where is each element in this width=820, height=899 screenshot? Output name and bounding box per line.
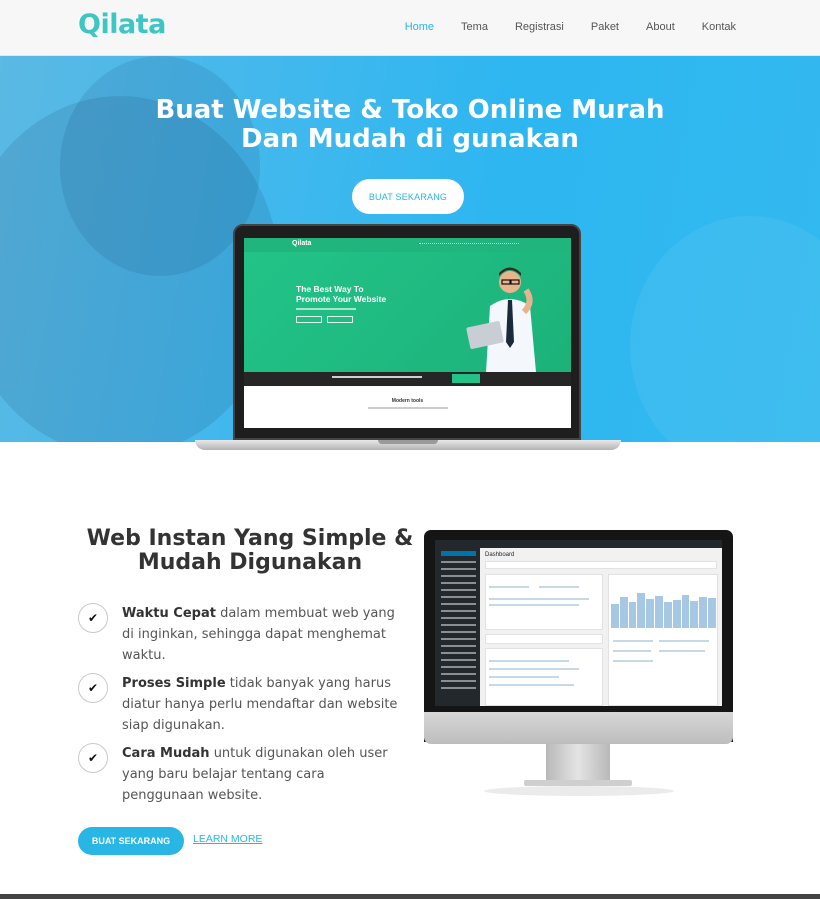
feature-title: Proses Simple: [122, 676, 226, 691]
feature-text: Cara Mudah untuk digunakan oleh user yan…: [122, 743, 402, 806]
check-icon: ✔: [78, 743, 108, 773]
features-list: ✔ Waktu Cepat dalam membuat web yang di …: [78, 603, 408, 813]
nav-item-home[interactable]: Home: [405, 21, 434, 33]
dashboard-text-line: [539, 586, 579, 588]
feature-item: ✔ Waktu Cepat dalam membuat web yang di …: [78, 603, 408, 673]
dashboard-stats-chart: [611, 584, 716, 628]
dashboard-admin-bar: [435, 540, 722, 548]
dashboard-text-line: [613, 640, 653, 642]
features-title-line: Web Instan Yang Simple &: [86, 526, 414, 551]
dashboard-screen: Dashboard: [435, 540, 722, 706]
feature-title: Cara Mudah: [122, 746, 210, 761]
dashboard-text-line: [613, 650, 651, 652]
dashboard-text-line: [489, 586, 529, 588]
monitor-chin: [424, 712, 733, 744]
check-icon: ✔: [78, 673, 108, 703]
mockup-navbar: Qilata: [244, 238, 571, 252]
dashboard-notice: [485, 561, 717, 569]
dashboard-heading: Dashboard: [485, 552, 515, 558]
dashboard-text-line: [659, 640, 709, 642]
bottom-divider: [0, 894, 820, 899]
feature-item: ✔ Cara Mudah untuk digunakan oleh user y…: [78, 743, 408, 813]
nav-item-registrasi[interactable]: Registrasi: [515, 21, 564, 33]
monitor-shadow: [484, 786, 674, 796]
dashboard-text-line: [489, 598, 589, 600]
dashboard-text-line: [489, 684, 574, 686]
mockup-subtext: [296, 308, 356, 310]
mockup-nav-links: [419, 243, 519, 245]
site-logo[interactable]: Qilata: [78, 9, 166, 40]
features-title-line: Mudah Digunakan: [137, 550, 363, 575]
mockup-headline: The Best Way To Promote Your Website: [296, 284, 386, 304]
monitor-frame: Dashboard: [424, 530, 733, 742]
nav-item-paket[interactable]: Paket: [591, 21, 619, 33]
businessman-illustration: [466, 267, 536, 372]
hero-background-shape: [630, 216, 820, 442]
dashboard-text-line: [659, 650, 705, 652]
mockup-signup-text: [332, 376, 422, 378]
dashboard-text-line: [489, 668, 579, 670]
buat-sekarang-button[interactable]: BUAT SEKARANG: [78, 827, 184, 855]
mockup-signup-button: [452, 374, 480, 383]
mockup-button: [296, 316, 322, 323]
laptop-mockup: Qilata The Best Way To Promote Your Webs…: [195, 224, 621, 454]
mockup-headline-line: The Best Way To: [296, 284, 364, 294]
feature-title: Waktu Cepat: [122, 606, 216, 621]
mockup-hero: The Best Way To Promote Your Website: [244, 252, 571, 372]
mockup-logo: Qilata: [292, 240, 312, 247]
dashboard-text-line: [489, 604, 579, 606]
laptop-screen: Qilata The Best Way To Promote Your Webs…: [244, 238, 571, 428]
mockup-section-subtitle: [367, 407, 448, 409]
navbar: Qilata Home Tema Registrasi Paket About …: [0, 0, 820, 56]
hero-title-line: Buat Website & Toko Online Murah: [155, 95, 665, 125]
feature-item: ✔ Proses Simple tidak banyak yang harus …: [78, 673, 408, 743]
nav-item-tema[interactable]: Tema: [461, 21, 488, 33]
feature-text: Proses Simple tidak banyak yang harus di…: [122, 673, 402, 736]
dashboard-text-line: [489, 660, 569, 662]
main-nav: Home Tema Registrasi Paket About Kontak: [378, 21, 736, 33]
hero-title: Buat Website & Toko Online Murah Dan Mud…: [0, 96, 820, 154]
laptop-notch: [378, 440, 438, 444]
dashboard-panel: [485, 634, 603, 644]
nav-item-about[interactable]: About: [646, 21, 675, 33]
mockup-button: [327, 316, 353, 323]
monitor-stand: [546, 744, 610, 782]
dashboard-panel: [485, 574, 603, 630]
hero-cta-button[interactable]: BUAT SEKARANG: [352, 179, 464, 214]
hero-title-line: Dan Mudah di gunakan: [241, 124, 579, 154]
monitor-mockup: Dashboard: [424, 530, 733, 798]
dashboard-sidebar: [435, 548, 480, 706]
laptop-lid: Qilata The Best Way To Promote Your Webs…: [233, 224, 581, 440]
dashboard-text-line: [489, 676, 559, 678]
mockup-section: Modern tools: [244, 386, 571, 409]
mockup-section-title: Modern tools: [391, 398, 424, 404]
features-title: Web Instan Yang Simple & Mudah Digunakan: [40, 527, 460, 575]
learn-more-link[interactable]: LEARN MORE: [193, 833, 262, 845]
feature-text: Waktu Cepat dalam membuat web yang di in…: [122, 603, 402, 666]
nav-item-kontak[interactable]: Kontak: [702, 21, 736, 33]
check-icon: ✔: [78, 603, 108, 633]
mockup-headline-line: Promote Your Website: [296, 294, 387, 304]
mockup-signup-bar: [244, 372, 571, 386]
dashboard-text-line: [613, 660, 653, 662]
